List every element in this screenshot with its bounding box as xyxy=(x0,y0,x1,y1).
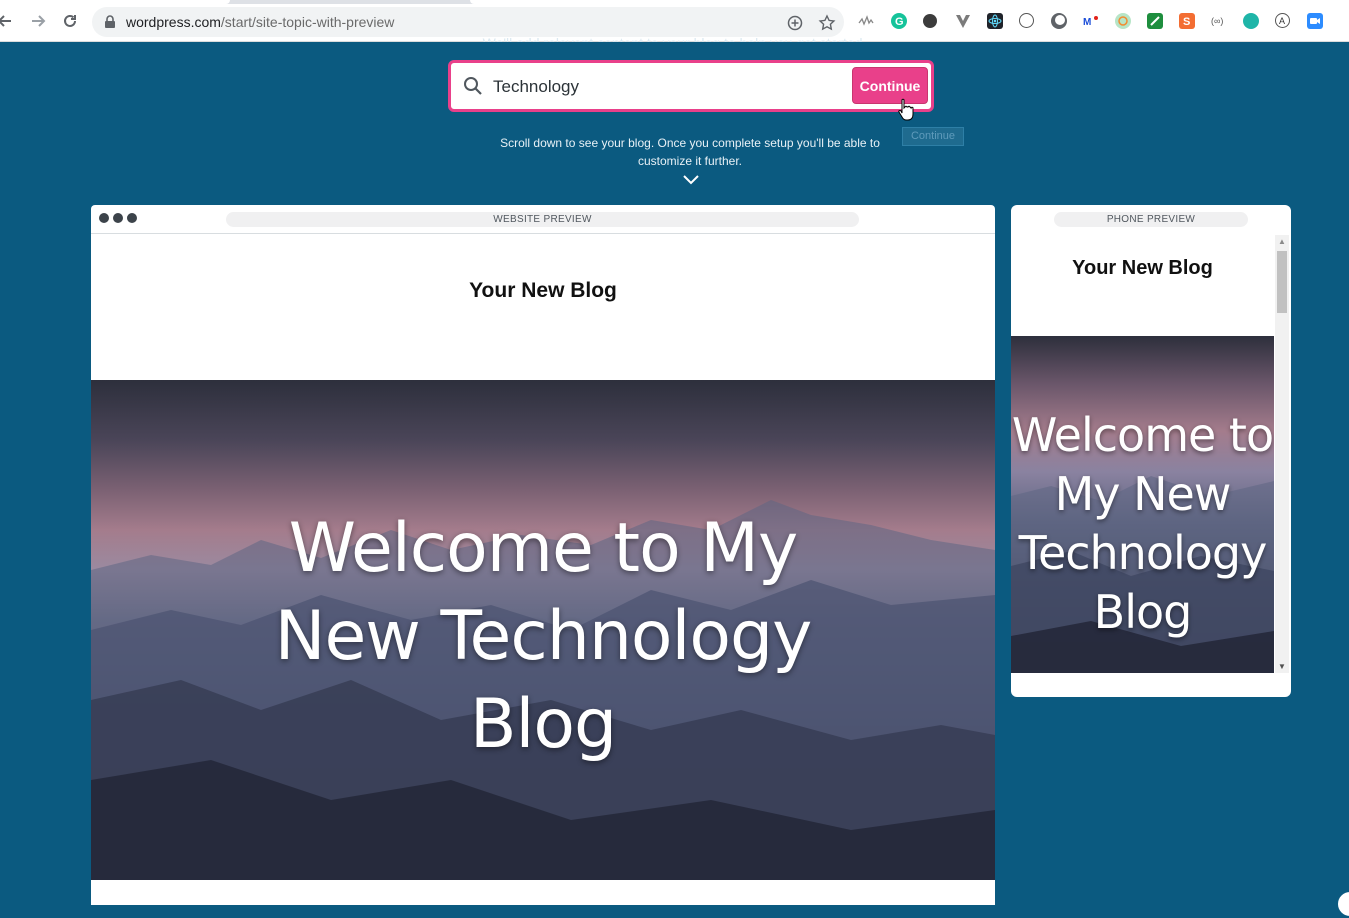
phone-preview-label: PHONE PREVIEW xyxy=(1054,212,1248,227)
react-devtools-icon[interactable] xyxy=(987,13,1003,29)
svg-text:M: M xyxy=(1083,17,1091,28)
hero-image: Welcome to My New Technology Blog xyxy=(91,380,995,880)
sheets-ext-icon[interactable] xyxy=(1147,13,1163,29)
onboarding-hint: We'll add relevant content to your blog … xyxy=(0,30,1349,42)
svg-text:S: S xyxy=(1183,16,1190,28)
website-preview-label: WEBSITE PREVIEW xyxy=(226,212,859,227)
phone-hero-image: Welcome to My New Technology Blog xyxy=(1011,336,1274,673)
website-preview: WEBSITE PREVIEW Your New Blog Welcome to… xyxy=(91,205,995,905)
svg-text:A: A xyxy=(1279,16,1285,26)
json-ext-icon[interactable] xyxy=(1019,13,1034,28)
svg-text:(∞): (∞) xyxy=(1211,16,1223,26)
phone-hero-heading: Welcome to My New Technology Blog xyxy=(1011,408,1274,639)
continue-button[interactable]: Continue xyxy=(852,67,928,104)
forward-icon[interactable] xyxy=(27,10,49,32)
phone-preview: PHONE PREVIEW Your New Blog Welcome to M… xyxy=(1011,205,1291,697)
phone-scrollbar[interactable]: ▲ ▼ xyxy=(1275,235,1289,673)
help-icon[interactable] xyxy=(1336,890,1349,918)
window-dot-icon xyxy=(113,213,123,223)
hero-heading: Welcome to My New Technology Blog xyxy=(274,509,813,764)
tab-strip xyxy=(0,0,1349,4)
chevron-down-icon[interactable] xyxy=(682,173,700,191)
dark-mode-icon[interactable] xyxy=(1051,13,1067,29)
window-dot-icon xyxy=(127,213,137,223)
back-icon[interactable] xyxy=(0,10,16,32)
scrollbar-thumb[interactable] xyxy=(1277,251,1287,313)
vue-devtools-icon[interactable] xyxy=(955,13,971,29)
website-preview-bar: WEBSITE PREVIEW xyxy=(91,205,995,234)
site-topic-search[interactable]: Technology Continue xyxy=(448,60,934,112)
reload-icon[interactable] xyxy=(59,10,81,32)
s-ext-icon[interactable]: S xyxy=(1179,13,1195,29)
scroll-down-icon[interactable]: ▼ xyxy=(1278,662,1286,671)
continue-tooltip: Continue xyxy=(902,127,964,146)
circle-ext-icon[interactable] xyxy=(923,14,937,28)
audio-ext-icon[interactable] xyxy=(858,13,874,29)
scroll-info-text: Scroll down to see your blog. Once you c… xyxy=(500,136,880,168)
momentum-icon[interactable]: M xyxy=(1083,13,1099,29)
scroll-up-icon[interactable]: ▲ xyxy=(1278,237,1286,246)
zoom-ext-icon[interactable] xyxy=(1307,13,1323,29)
phone-screen[interactable]: Your New Blog Welcome to My New Technolo… xyxy=(1011,235,1274,673)
chat-ext-icon[interactable] xyxy=(1243,13,1259,29)
color-picker-icon[interactable] xyxy=(1115,13,1131,29)
window-dot-icon xyxy=(99,213,109,223)
a-ext-icon[interactable]: A xyxy=(1275,13,1290,28)
phone-site-title: Your New Blog xyxy=(1072,257,1213,279)
search-icon xyxy=(463,76,483,101)
url-text: wordpress.com/start/site-topic-with-prev… xyxy=(126,14,395,30)
search-input[interactable]: Technology xyxy=(493,77,579,97)
grammarly-icon[interactable]: G xyxy=(891,13,907,29)
hand-cursor-icon xyxy=(897,98,915,127)
svg-text:G: G xyxy=(895,16,904,28)
rss-ext-icon[interactable]: (∞) xyxy=(1211,13,1227,29)
site-title: Your New Blog xyxy=(469,279,617,302)
